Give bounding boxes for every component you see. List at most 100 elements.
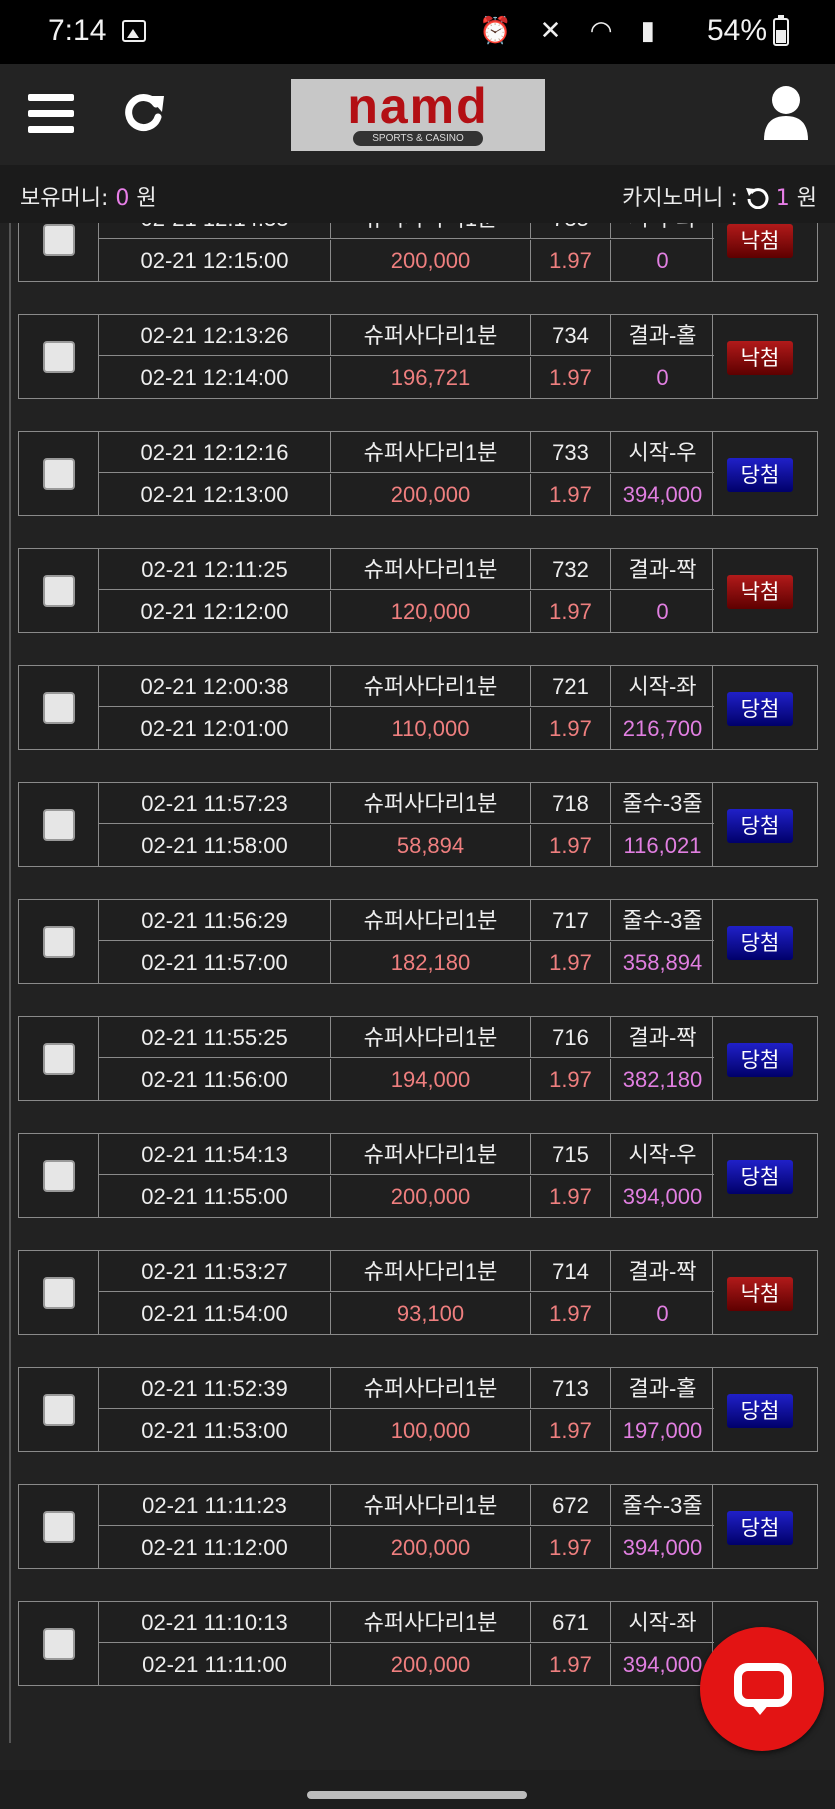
close-time: 02-21 11:53:00: [99, 1410, 331, 1451]
bet-amount: 110,000: [331, 708, 531, 749]
home-gesture-bar[interactable]: [307, 1791, 527, 1799]
bet-pick: 줄수-3줄: [611, 900, 714, 941]
close-time: 02-21 12:12:00: [99, 591, 331, 632]
bet-odds: 1.97: [531, 825, 611, 866]
result-badge[interactable]: 낙첨: [727, 341, 793, 375]
select-checkbox[interactable]: [43, 1043, 75, 1075]
bet-row: 02-21 11:52:39 슈퍼사다리1분 713 결과-홀 02-21 11:53:…: [18, 1367, 818, 1452]
result-badge[interactable]: 당첨: [727, 1160, 793, 1194]
bet-time: 02-21 11:10:13: [99, 1602, 331, 1643]
payout-amount: 358,894: [622, 950, 703, 975]
result-badge[interactable]: 당첨: [727, 809, 793, 843]
result-cell: 당첨: [712, 666, 817, 749]
close-time: 02-21 12:13:00: [99, 474, 331, 515]
bet-odds: 1.97: [531, 240, 611, 281]
hold-money-label: 보유머니:: [20, 186, 109, 211]
site-logo[interactable]: namd SPORTS & CASINO: [291, 79, 545, 151]
bet-amount: 200,000: [331, 240, 531, 281]
result-badge[interactable]: 당첨: [727, 692, 793, 726]
select-cell: [19, 1134, 99, 1217]
bet-row: 02-21 12:14:33슈퍼사다리1분735시작-좌 02-21 12:15:…: [18, 223, 818, 282]
game-name: 슈퍼사다리1분: [331, 223, 531, 239]
select-checkbox[interactable]: [43, 1277, 75, 1309]
payout-amount: 0: [656, 248, 669, 273]
select-checkbox[interactable]: [43, 1160, 75, 1192]
result-badge[interactable]: 당첨: [727, 1394, 793, 1428]
result-badge[interactable]: 낙첨: [727, 224, 793, 258]
select-cell: [19, 1251, 99, 1334]
bet-pick: 시작-좌: [611, 1602, 714, 1643]
status-icons: ⏰ ✕ ◠ ▮: [479, 16, 665, 46]
bet-pick: 결과-짝: [611, 1017, 714, 1058]
hold-money-unit: 원: [136, 186, 157, 211]
bet-odds: 1.97: [531, 474, 611, 515]
status-bar: 7:14 ⏰ ✕ ◠ ▮ 54%: [0, 0, 835, 64]
menu-icon[interactable]: [28, 94, 74, 134]
result-badge[interactable]: 당첨: [727, 1511, 793, 1545]
select-checkbox[interactable]: [43, 692, 75, 724]
result-cell: 당첨: [712, 1017, 817, 1100]
bet-time: 02-21 12:00:38: [99, 666, 331, 707]
payout-amount: 0: [656, 599, 669, 624]
select-checkbox[interactable]: [43, 926, 75, 958]
refresh-icon[interactable]: [120, 90, 166, 136]
result-cell: 낙첨: [712, 549, 817, 632]
bet-time: 02-21 11:56:29: [99, 900, 331, 941]
bet-odds: 1.97: [531, 1527, 611, 1568]
payout-amount: 216,700: [622, 716, 703, 741]
select-cell: [19, 900, 99, 983]
round-number: 718: [531, 783, 611, 824]
game-name: 슈퍼사다리1분: [331, 1017, 531, 1058]
select-checkbox[interactable]: [43, 575, 75, 607]
round-number: 735: [531, 223, 611, 239]
bet-odds: 1.97: [531, 1176, 611, 1217]
round-number: 716: [531, 1017, 611, 1058]
logo-text: namd: [347, 78, 489, 134]
game-name: 슈퍼사다리1분: [331, 1251, 531, 1292]
user-icon[interactable]: [762, 84, 810, 144]
bet-time: 02-21 12:11:25: [99, 549, 331, 590]
select-checkbox[interactable]: [43, 1394, 75, 1426]
image-notification-icon: [122, 20, 146, 42]
bet-amount: 196,721: [331, 357, 531, 398]
payout-amount: 0: [656, 1301, 669, 1326]
select-checkbox[interactable]: [43, 1511, 75, 1543]
bet-time: 02-21 11:57:23: [99, 783, 331, 824]
close-time: 02-21 11:54:00: [99, 1293, 331, 1334]
result-badge[interactable]: 당첨: [727, 926, 793, 960]
payout-amount: 394,000: [622, 482, 703, 507]
bet-row: 02-21 11:10:13 슈퍼사다리1분 671 시작-좌 02-21 11:11:…: [18, 1601, 818, 1686]
bet-pick: 결과-짝: [611, 549, 714, 590]
casino-money-value: 1: [775, 186, 790, 211]
game-name: 슈퍼사다리1분: [331, 1485, 531, 1526]
select-checkbox[interactable]: [43, 809, 75, 841]
round-number: 713: [531, 1368, 611, 1409]
bet-amount: 194,000: [331, 1059, 531, 1100]
close-time: 02-21 12:15:00: [99, 240, 331, 281]
casino-money-label: 카지노머니 :: [622, 186, 738, 211]
battery-percent: 54%: [707, 14, 768, 47]
payout-amount: 116,021: [623, 833, 702, 858]
select-cell: [19, 1485, 99, 1568]
round-number: 734: [531, 315, 611, 356]
casino-refresh-icon[interactable]: [745, 185, 769, 209]
select-cell: [19, 783, 99, 866]
select-checkbox[interactable]: [43, 224, 75, 256]
select-checkbox[interactable]: [43, 1628, 75, 1660]
bet-amount: 58,894: [331, 825, 531, 866]
chat-button[interactable]: [700, 1627, 824, 1751]
result-badge[interactable]: 낙첨: [727, 575, 793, 609]
result-badge[interactable]: 당첨: [727, 1043, 793, 1077]
bet-row: 02-21 12:12:16 슈퍼사다리1분 733 시작-우 02-21 12:13:…: [18, 431, 818, 516]
result-badge[interactable]: 당첨: [727, 458, 793, 492]
select-cell: [19, 1368, 99, 1451]
bet-pick: 결과-짝: [611, 1251, 714, 1292]
system-nav-bar: [0, 1770, 835, 1809]
result-badge[interactable]: 낙첨: [727, 1277, 793, 1311]
select-checkbox[interactable]: [43, 458, 75, 490]
game-name: 슈퍼사다리1분: [331, 666, 531, 707]
hold-money: 보유머니: 0 원: [20, 180, 157, 212]
round-number: 671: [531, 1602, 611, 1643]
close-time: 02-21 11:58:00: [99, 825, 331, 866]
select-checkbox[interactable]: [43, 341, 75, 373]
